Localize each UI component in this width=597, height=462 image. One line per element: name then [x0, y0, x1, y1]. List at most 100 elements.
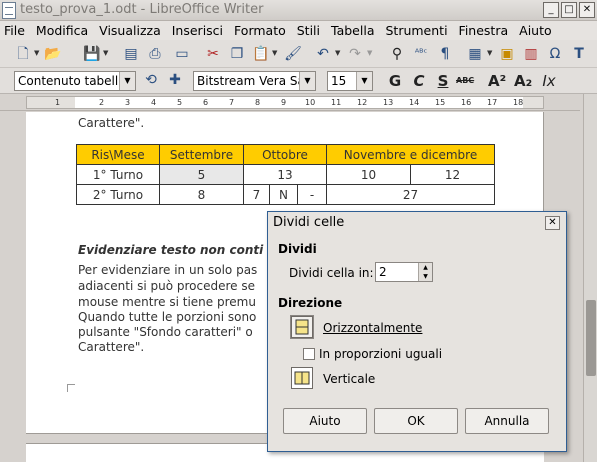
doc-line: Carattere".: [78, 116, 145, 130]
scrollbar-thumb[interactable]: [586, 300, 596, 376]
new-dropdown-icon[interactable]: ▼: [34, 49, 39, 57]
pdf-export-icon[interactable]: ▤: [122, 45, 140, 63]
divide-cell-label: Dividi cella in:: [289, 266, 374, 280]
print-icon[interactable]: ⎙: [146, 45, 164, 63]
table-cell[interactable]: 5: [159, 164, 244, 185]
menu-finestra[interactable]: Finestra: [459, 23, 509, 38]
maximize-button[interactable]: □: [561, 2, 577, 18]
menu-strumenti[interactable]: Strumenti: [385, 23, 447, 38]
paragraph-style-combo[interactable]: Contenuto tabella ▼: [14, 71, 136, 91]
table-cell[interactable]: Ottobre: [243, 144, 327, 165]
table-cell[interactable]: 8: [159, 184, 244, 205]
menu-formato[interactable]: Formato: [234, 23, 286, 38]
vertical-option-label[interactable]: Verticale: [323, 372, 375, 386]
help-button[interactable]: Aiuto: [283, 408, 367, 434]
find-replace-icon[interactable]: ⚲: [388, 45, 406, 63]
underline-button[interactable]: S: [434, 72, 452, 90]
ruler-number: 2: [99, 98, 105, 107]
undo-icon[interactable]: ↶: [314, 45, 332, 63]
close-window-button[interactable]: ✕: [579, 2, 595, 18]
doc-line: pulsante "Sfondo caratteri" o: [78, 325, 253, 339]
subscript-button[interactable]: A₂: [514, 72, 532, 90]
insert-chart-icon[interactable]: ▥: [522, 45, 540, 63]
table-row: Ris\Mese Settembre Ottobre Novembre e di…: [76, 144, 495, 165]
paste-dropdown-icon[interactable]: ▼: [272, 49, 277, 57]
font-name-combo[interactable]: Bitstream Vera Sar ▼: [193, 71, 316, 91]
menu-visualizza[interactable]: Visualizza: [99, 23, 161, 38]
table-cell[interactable]: 1° Turno: [76, 164, 160, 185]
ruler-number: 12: [357, 98, 368, 107]
menu-modifica[interactable]: Modifica: [36, 23, 88, 38]
table-cell[interactable]: 12: [410, 164, 495, 185]
document-table[interactable]: Ris\Mese Settembre Ottobre Novembre e di…: [76, 144, 495, 205]
table-cell[interactable]: 10: [326, 164, 411, 185]
spelling-icon[interactable]: ᴬᴮᶜ: [412, 45, 430, 63]
horizontal-ruler[interactable]: 1 2 3 4 5 6 7 8 9 10 11 12 13 14 15 16 1…: [0, 94, 580, 111]
spin-arrows-icon[interactable]: ▲ ▼: [418, 263, 432, 281]
save-dropdown-icon[interactable]: ▼: [103, 49, 108, 57]
cancel-button[interactable]: Annulla: [465, 408, 549, 434]
dialog-close-icon[interactable]: ✕: [545, 216, 560, 230]
table-cell[interactable]: Novembre e dicembre: [326, 144, 495, 165]
table-cell[interactable]: 2° Turno: [76, 184, 160, 205]
italic-button[interactable]: C: [410, 72, 428, 90]
table-dropdown-icon[interactable]: ▼: [487, 49, 492, 57]
horizontal-option-label[interactable]: Orizzontalmente: [323, 321, 422, 335]
minimize-button[interactable]: _: [543, 2, 559, 18]
section-direction: Direzione: [278, 296, 343, 310]
clear-formatting-button[interactable]: Ix: [540, 72, 558, 90]
ruler-number: 15: [435, 98, 446, 107]
menu-inserisci[interactable]: Inserisci: [172, 23, 223, 38]
menu-aiuto[interactable]: Aiuto: [519, 23, 552, 38]
paste-icon[interactable]: 📋: [252, 45, 270, 63]
title-bar: testo_prova_1.odt - LibreOffice Writer _…: [0, 0, 597, 21]
table-cell[interactable]: Settembre: [159, 144, 244, 165]
save-icon[interactable]: 💾: [83, 45, 101, 63]
special-character-icon[interactable]: Ω: [546, 45, 564, 63]
print-preview-icon[interactable]: ▭: [173, 45, 191, 63]
update-style-icon[interactable]: ⟲: [142, 71, 160, 89]
table-cell[interactable]: -: [297, 184, 327, 205]
doc-line: adiacenti si può procedere se: [78, 279, 255, 293]
chevron-down-icon[interactable]: ▼: [356, 72, 372, 90]
vertical-split-icon[interactable]: [291, 367, 313, 389]
new-document-icon[interactable]: 🗋: [14, 45, 32, 63]
equal-proportions-checkbox[interactable]: [303, 348, 315, 360]
strikethrough-button[interactable]: ABC: [456, 72, 474, 90]
table-cell[interactable]: 27: [326, 184, 495, 205]
menu-file[interactable]: File: [4, 23, 25, 38]
clone-formatting-icon[interactable]: 🖌: [284, 45, 302, 63]
ok-button[interactable]: OK: [374, 408, 458, 434]
superscript-button[interactable]: A²: [488, 72, 506, 90]
chevron-down-icon[interactable]: ▼: [299, 72, 315, 90]
copy-icon[interactable]: ❐: [228, 45, 246, 63]
horizontal-split-icon[interactable]: [291, 316, 313, 338]
open-folder-icon[interactable]: 📂: [44, 45, 62, 63]
table-cell[interactable]: 13: [243, 164, 327, 185]
equal-proportions-label[interactable]: In proporzioni uguali: [319, 347, 442, 361]
doc-line: Quando tutte le porzioni sono: [78, 310, 257, 324]
ruler-number: 5: [177, 98, 183, 107]
new-style-icon[interactable]: ✚: [166, 71, 184, 89]
page-corner-mark: [67, 384, 75, 392]
table-cell[interactable]: N: [269, 184, 298, 205]
undo-dropdown-icon[interactable]: ▼: [335, 49, 340, 57]
menu-stili[interactable]: Stili: [297, 23, 320, 38]
formatting-marks-icon[interactable]: ¶: [436, 45, 454, 63]
divide-count-spinner[interactable]: 2 ▲ ▼: [375, 262, 433, 282]
table-cell[interactable]: 7: [243, 184, 270, 205]
cut-icon[interactable]: ✂: [204, 45, 222, 63]
font-size-combo[interactable]: 15 ▼: [327, 71, 373, 91]
insert-image-icon[interactable]: ▣: [498, 45, 516, 63]
menu-tabella[interactable]: Tabella: [331, 23, 374, 38]
insert-table-icon[interactable]: ▦: [466, 45, 484, 63]
redo-icon[interactable]: ↷: [346, 45, 364, 63]
ruler-number: 3: [125, 98, 131, 107]
bold-button[interactable]: G: [386, 72, 404, 90]
ruler-number: 4: [151, 98, 157, 107]
chevron-down-icon[interactable]: ▼: [119, 72, 135, 90]
text-box-icon[interactable]: T: [570, 45, 588, 63]
table-cell[interactable]: Ris\Mese: [76, 144, 160, 165]
redo-dropdown-icon[interactable]: ▼: [367, 49, 372, 57]
vertical-scrollbar[interactable]: [583, 94, 597, 462]
